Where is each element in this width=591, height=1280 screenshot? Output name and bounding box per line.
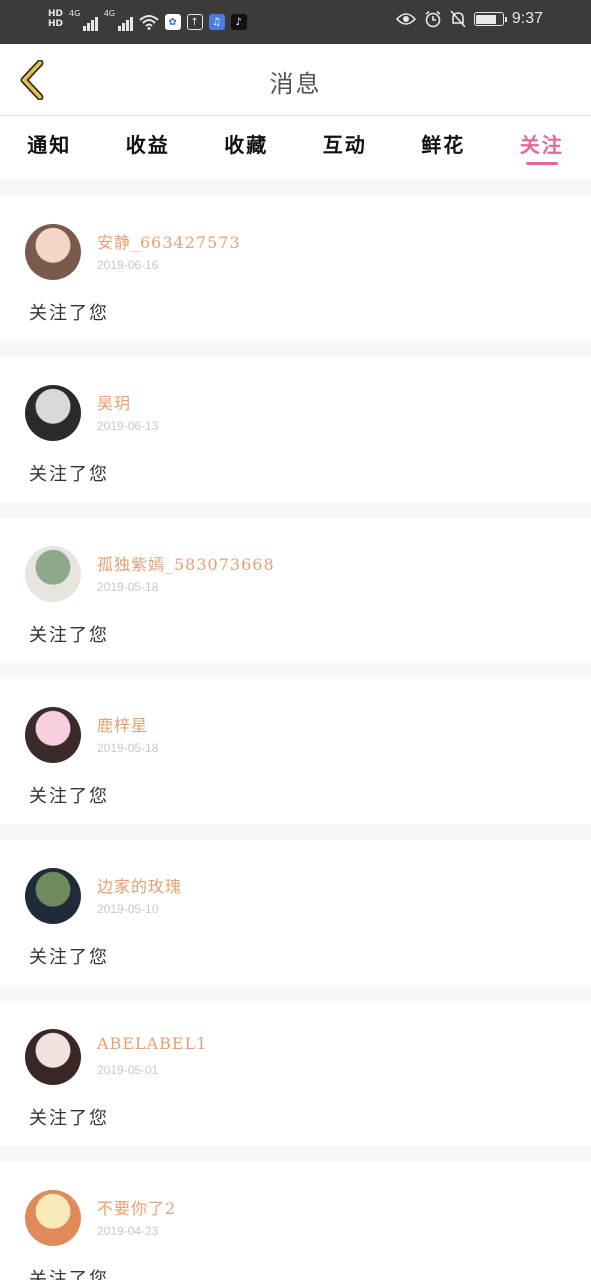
page-title: 消息 xyxy=(269,70,322,98)
tab-bar: 通知 收益 收藏 互动 鲜花 关注 xyxy=(0,117,591,179)
status-right: 9:37 xyxy=(395,10,543,28)
signal-icon xyxy=(83,13,98,31)
follow-message: 关注了您 xyxy=(29,303,109,324)
alarm-icon xyxy=(425,10,441,28)
tab-interactions[interactable]: 互动 xyxy=(296,117,395,179)
avatar[interactable] xyxy=(25,1190,81,1246)
network-label-1: 4G xyxy=(69,9,81,18)
avatar[interactable] xyxy=(25,546,81,602)
avatar[interactable] xyxy=(25,868,81,924)
avatar[interactable] xyxy=(25,385,81,441)
app-header: 消息 xyxy=(0,44,591,116)
username[interactable]: 昊玥 xyxy=(97,390,131,414)
follow-date: 2019-05-10 xyxy=(97,902,159,916)
avatar[interactable] xyxy=(25,1029,81,1085)
username[interactable]: 边家的玫瑰 xyxy=(97,873,182,897)
wifi-icon xyxy=(138,15,159,30)
tab-follows[interactable]: 关注 xyxy=(493,117,591,179)
list-item[interactable]: 孤独紫嫣_583073668 2019-05-18 关注了您 xyxy=(0,518,591,663)
hd-indicator: HD HD xyxy=(48,9,64,29)
list-item[interactable]: ABELABEL1 2019-05-01 关注了您 xyxy=(0,1001,591,1146)
list-item[interactable]: 边家的玫瑰 2019-05-10 关注了您 xyxy=(0,840,591,985)
follow-message: 关注了您 xyxy=(29,625,109,646)
music-app-icon: ♫ xyxy=(208,14,225,30)
avatar[interactable] xyxy=(25,707,81,763)
follow-message: 关注了您 xyxy=(29,1269,109,1280)
tab-favorites[interactable]: 收藏 xyxy=(197,117,296,179)
battery-icon xyxy=(473,12,507,26)
follow-message: 关注了您 xyxy=(29,464,109,485)
baidu-app-icon: ✿ xyxy=(164,14,181,30)
network-label-2: 4G xyxy=(103,9,116,18)
tiktok-app-icon: ♪ xyxy=(230,14,247,30)
status-left: HD HD 4G 4G ✿ ↑ ♫ ♪ xyxy=(48,7,247,31)
tab-label: 收藏 xyxy=(224,133,269,157)
follow-message: 关注了您 xyxy=(29,786,109,807)
follow-date: 2019-06-13 xyxy=(97,419,159,433)
follow-date: 2019-04-23 xyxy=(97,1224,159,1238)
username[interactable]: 不要你了2 xyxy=(97,1195,176,1219)
active-tab-indicator xyxy=(525,162,558,165)
list-item[interactable]: 安静_663427573 2019-06-16 关注了您 xyxy=(0,196,591,341)
follow-message: 关注了您 xyxy=(29,947,109,968)
username[interactable]: 孤独紫嫣_583073668 xyxy=(97,551,275,575)
signal-icon-2 xyxy=(118,13,133,31)
username[interactable]: 鹿梓星 xyxy=(97,712,148,736)
mute-bell-icon xyxy=(450,10,466,28)
eye-icon xyxy=(395,13,416,25)
tab-earnings[interactable]: 收益 xyxy=(99,117,198,179)
tab-flowers[interactable]: 鲜花 xyxy=(394,117,493,179)
list-item[interactable]: 不要你了2 2019-04-23 关注了您 xyxy=(0,1162,591,1280)
status-bar: HD HD 4G 4G ✿ ↑ ♫ ♪ 9:37 xyxy=(0,0,591,44)
follow-date: 2019-06-16 xyxy=(97,258,159,272)
tab-label: 关注 xyxy=(519,133,564,157)
follow-list: 安静_663427573 2019-06-16 关注了您 昊玥 2019-06-13 关注… xyxy=(0,196,591,1280)
tab-notifications[interactable]: 通知 xyxy=(0,117,99,179)
tab-label: 鲜花 xyxy=(421,133,466,157)
follow-date: 2019-05-01 xyxy=(97,1063,159,1077)
username[interactable]: ABELABEL1 xyxy=(97,1034,207,1053)
avatar[interactable] xyxy=(25,224,81,280)
list-item[interactable]: 鹿梓星 2019-05-18 关注了您 xyxy=(0,679,591,824)
tab-label: 收益 xyxy=(125,133,170,157)
tab-label: 互动 xyxy=(322,133,367,157)
clock: 9:37 xyxy=(511,10,543,27)
follow-date: 2019-05-18 xyxy=(97,580,159,594)
username[interactable]: 安静_663427573 xyxy=(97,229,241,253)
upload-app-icon: ↑ xyxy=(186,14,203,30)
follow-date: 2019-05-18 xyxy=(97,741,159,755)
follow-message: 关注了您 xyxy=(29,1108,109,1129)
tab-label: 通知 xyxy=(27,133,72,157)
list-item[interactable]: 昊玥 2019-06-13 关注了您 xyxy=(0,357,591,502)
